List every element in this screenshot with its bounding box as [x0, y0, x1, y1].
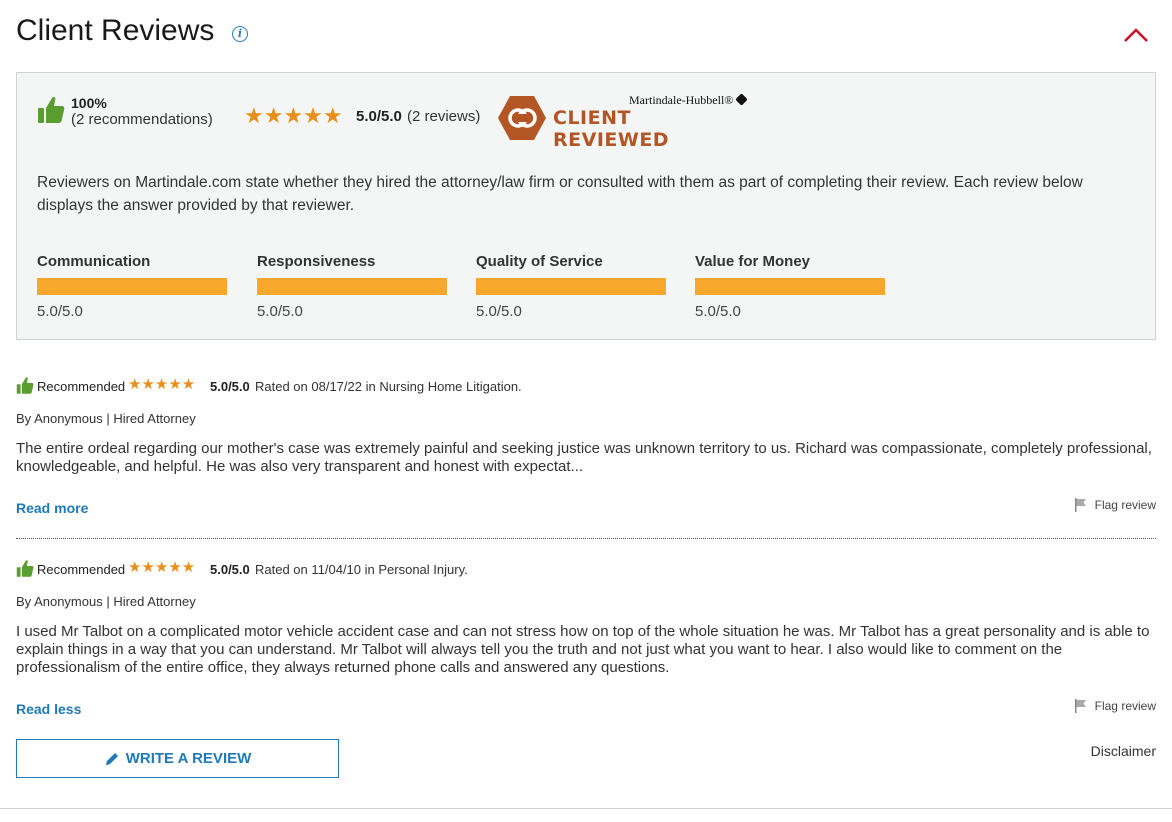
metric-label: Quality of Service: [476, 253, 603, 270]
metric-bar-fill: [476, 278, 666, 295]
metric-bar: [695, 278, 885, 295]
recommend-count: (2 recommendations): [71, 111, 213, 128]
review-divider: [16, 538, 1156, 539]
flag-review-button[interactable]: Flag review: [1074, 498, 1156, 512]
overall-stars: ★★★★★: [244, 103, 343, 128]
review-author: By Anonymous | Hired Attorney: [16, 594, 196, 609]
review-rating-line: Recommended ★★★★★ 5.0/5.0 Rated on 11/04…: [16, 559, 916, 579]
write-review-button[interactable]: WRITE A REVIEW: [16, 739, 339, 778]
metric-value-for-money: Value for Money 5.0/5.0: [695, 253, 885, 320]
metric-bar: [37, 278, 227, 295]
flag-review-button[interactable]: Flag review: [1074, 699, 1156, 713]
section-header: Client Reviews i: [16, 14, 1156, 54]
recommend-percent: 100%: [71, 95, 107, 111]
review-meta: Rated on 08/17/22 in Nursing Home Litiga…: [255, 379, 522, 394]
flag-review-label: Flag review: [1094, 699, 1156, 713]
info-icon[interactable]: i: [232, 26, 248, 42]
pencil-icon: [105, 752, 118, 765]
metric-label: Value for Money: [695, 253, 811, 270]
metric-responsiveness: Responsiveness 5.0/5.0: [257, 253, 447, 320]
section-title: Client Reviews: [16, 14, 215, 47]
review-meta: Rated on 11/04/10 in Personal Injury.: [255, 562, 468, 577]
bottom-divider: [0, 808, 1172, 809]
review-score: 5.0/5.0: [210, 562, 250, 577]
metric-bar-fill: [257, 278, 447, 295]
metric-bar-fill: [695, 278, 885, 295]
metric-quality-of-service: Quality of Service 5.0/5.0: [476, 253, 666, 320]
badge-hexagon-icon: [498, 96, 546, 140]
metric-score: 5.0/5.0: [695, 303, 741, 320]
thumbs-up-icon: [16, 377, 34, 394]
read-more-link[interactable]: Read more: [16, 500, 88, 516]
disclaimer-link[interactable]: Disclaimer: [1091, 743, 1156, 759]
review-count: (2 reviews): [407, 108, 481, 125]
thumbs-up-icon: [16, 560, 34, 577]
metric-communication: Communication 5.0/5.0: [37, 253, 227, 320]
recommended-label: Recommended: [37, 379, 126, 394]
recommended-label: Recommended: [37, 562, 126, 577]
metric-score: 5.0/5.0: [257, 303, 303, 320]
review-text: I used Mr Talbot on a complicated motor …: [16, 623, 1150, 676]
metric-score: 5.0/5.0: [37, 303, 83, 320]
flag-icon: [1074, 498, 1086, 512]
metric-label: Communication: [37, 253, 151, 270]
brand-hexagon-icon: [735, 93, 749, 106]
write-review-label: WRITE A REVIEW: [125, 750, 252, 767]
metric-bar: [476, 278, 666, 295]
overall-score: 5.0/5.0: [356, 108, 402, 125]
review-text: The entire ordeal regarding our mother's…: [16, 440, 1152, 475]
review-item: Recommended ★★★★★ 5.0/5.0 Rated on 08/17…: [16, 376, 1156, 526]
chevron-up-icon[interactable]: [1122, 26, 1150, 44]
flag-review-label: Flag review: [1094, 498, 1156, 512]
thumbs-up-icon: [38, 97, 65, 123]
metric-bar: [257, 278, 447, 295]
badge-text: CLIENT REVIEWED: [553, 107, 670, 151]
metric-score: 5.0/5.0: [476, 303, 522, 320]
review-stars: ★★★★★: [128, 376, 196, 393]
review-score: 5.0/5.0: [210, 379, 250, 394]
flag-icon: [1074, 699, 1086, 713]
metric-label: Responsiveness: [257, 253, 376, 270]
badge-brand: Martindale-Hubbell®: [629, 93, 749, 108]
client-reviewed-badge: Martindale-Hubbell® CLIENT REVIEWED: [497, 93, 752, 151]
review-rating-line: Recommended ★★★★★ 5.0/5.0 Rated on 08/17…: [16, 376, 916, 396]
read-less-link[interactable]: Read less: [16, 701, 81, 717]
review-stars: ★★★★★: [128, 559, 196, 576]
reviews-summary: 100% (2 recommendations) ★★★★★ 5.0/5.0 (…: [16, 72, 1156, 340]
review-author: By Anonymous | Hired Attorney: [16, 411, 196, 426]
summary-description: Reviewers on Martindale.com state whethe…: [37, 174, 1083, 214]
review-item: Recommended ★★★★★ 5.0/5.0 Rated on 11/04…: [16, 559, 1156, 724]
metric-bar-fill: [37, 278, 227, 295]
